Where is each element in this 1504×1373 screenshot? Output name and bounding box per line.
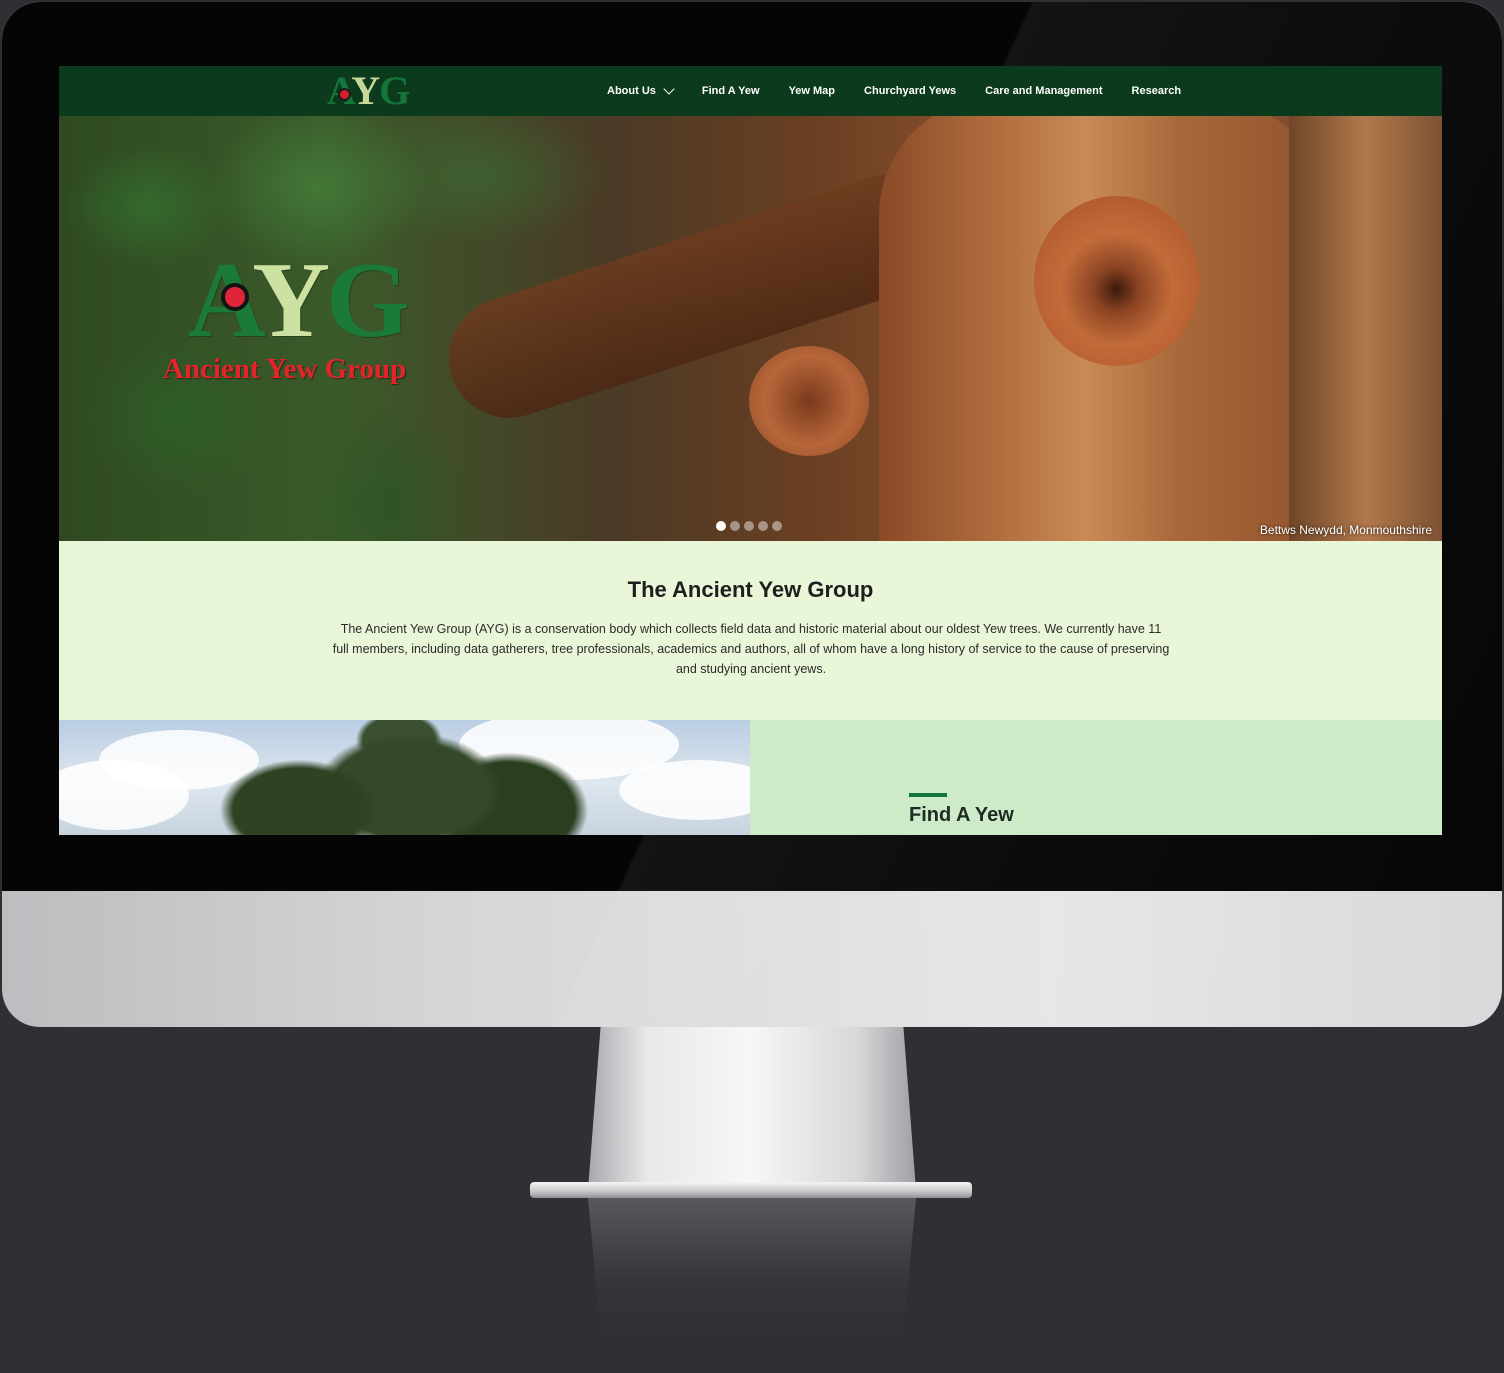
header-logo-letter-g: G <box>379 68 410 113</box>
slider-dot-1[interactable] <box>716 521 726 531</box>
nav-item-yew-map[interactable]: Yew Map <box>789 85 835 97</box>
heading-accent-bar <box>909 793 947 797</box>
nav-item-care-and-management[interactable]: Care and Management <box>985 85 1102 97</box>
nav-item-label: Yew Map <box>788 85 836 97</box>
feature-image <box>59 720 750 835</box>
intro-section: The Ancient Yew Group The Ancient Yew Gr… <box>59 541 1442 720</box>
website-screen: AYG About Us Find A Yew Yew Map Churchya… <box>59 66 1442 835</box>
header-logo[interactable]: AYG <box>327 68 410 113</box>
monitor-stand-neck <box>588 1020 916 1190</box>
nav-item-label: About Us <box>607 85 656 97</box>
site-header: AYG About Us Find A Yew Yew Map Churchya… <box>59 66 1442 116</box>
monitor-stand-reflection <box>588 1198 916 1338</box>
nav-item-label: Churchyard Yews <box>864 85 957 97</box>
hero-logo-name: Ancient Yew Group <box>163 353 407 385</box>
intro-body: The Ancient Yew Group (AYG) is a conserv… <box>332 622 1170 676</box>
logo-eye-icon <box>221 283 249 311</box>
nav-item-find-a-yew[interactable]: Find A Yew <box>702 85 760 97</box>
yew-tree-image <box>189 720 589 835</box>
hero-right-trunk <box>1289 116 1442 541</box>
slide-caption: Bettws Newydd, Monmouthshire <box>1259 523 1432 537</box>
hero-logo-letter-y: Y <box>252 241 330 360</box>
intro-title: The Ancient Yew Group <box>627 577 874 602</box>
slider-dot-3[interactable] <box>744 521 754 531</box>
slider-dot-4[interactable] <box>758 521 768 531</box>
nav-item-churchyard-yews[interactable]: Churchyard Yews <box>864 85 956 97</box>
main-nav: About Us Find A Yew Yew Map Churchyard Y… <box>607 66 1210 116</box>
hero-knot-small <box>749 346 869 456</box>
slider-dot-5[interactable] <box>772 521 782 531</box>
nav-item-label: Research <box>1131 85 1182 97</box>
hero-slider: AYG Ancient Yew Group Bettws Newydd, Mon… <box>59 116 1442 541</box>
feature-panel: Find A Yew <box>750 720 1442 835</box>
hero-logo-letter-g: G <box>326 241 410 360</box>
nav-item-label: Find A Yew <box>701 85 760 97</box>
slider-dots <box>716 521 786 531</box>
monitor-stand-base <box>530 1182 972 1198</box>
nav-item-about-us[interactable]: About Us <box>607 82 675 97</box>
hero-logo: AYG Ancient Yew Group <box>163 247 443 391</box>
slider-dot-2[interactable] <box>730 521 740 531</box>
feature-title[interactable]: Find A Yew <box>909 804 1014 827</box>
cloud <box>619 760 750 820</box>
hero-knot <box>1034 196 1199 366</box>
cloud <box>59 760 189 830</box>
chevron-down-icon <box>663 82 675 95</box>
header-logo-letter-y: Y <box>351 68 380 113</box>
nav-item-label: Care and Management <box>985 85 1103 97</box>
logo-eye-icon <box>338 88 351 101</box>
nav-item-research[interactable]: Research <box>1132 85 1182 97</box>
